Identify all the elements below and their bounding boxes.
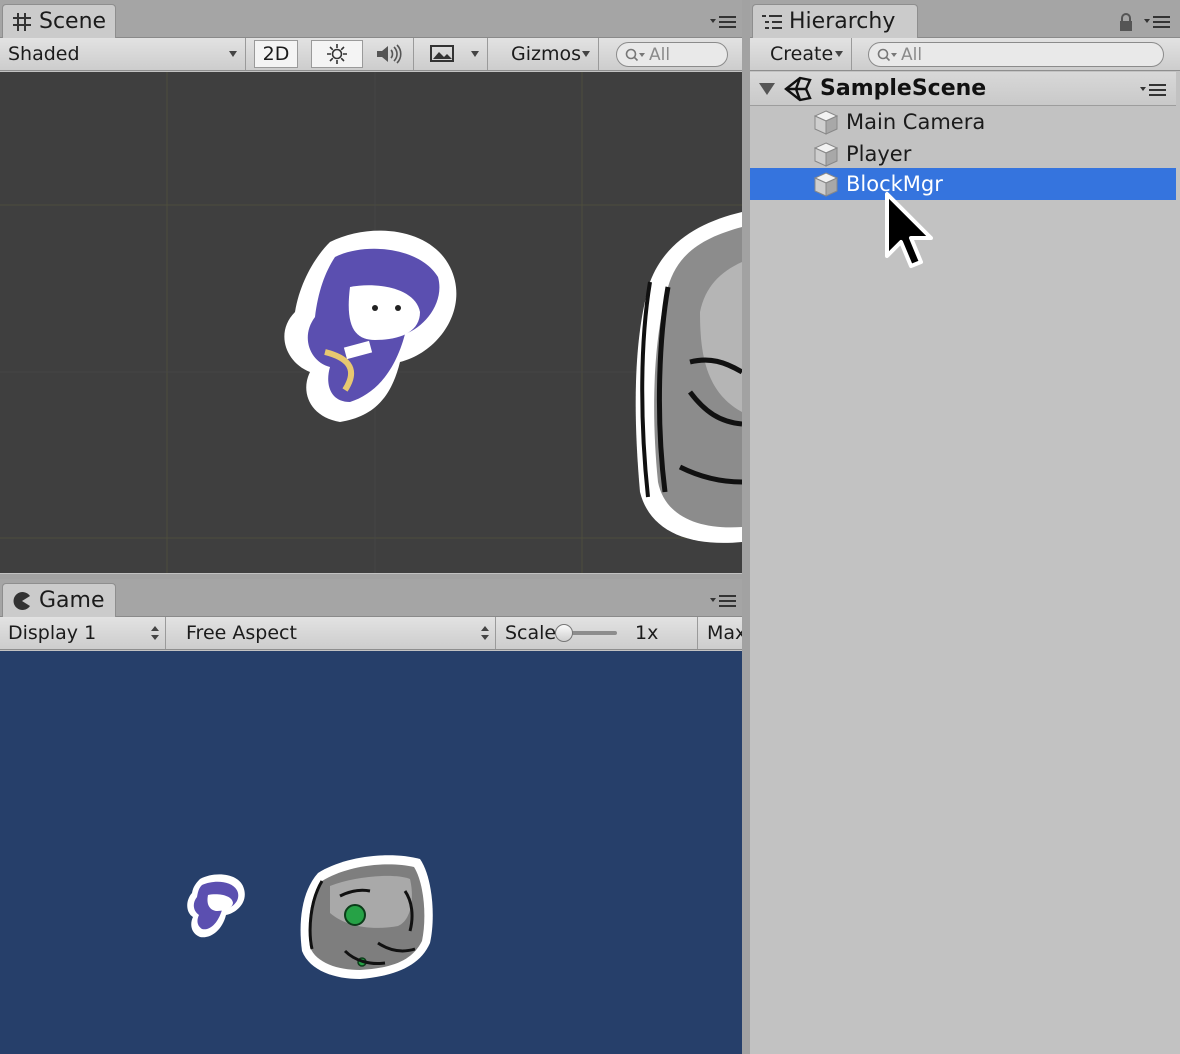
gameobject-cube-icon bbox=[813, 142, 839, 167]
audio-toggle-button[interactable] bbox=[364, 38, 414, 70]
scale-slider-thumb[interactable] bbox=[555, 624, 573, 642]
gameobject-cube-icon bbox=[813, 110, 839, 135]
block-sprite[interactable] bbox=[635, 212, 742, 543]
hierarchy-tabstrip: Hierarchy bbox=[750, 0, 1180, 38]
hierarchy-panel: Hierarchy Create All SampleScene Main Ca… bbox=[750, 0, 1180, 1054]
game-viewport[interactable] bbox=[0, 651, 742, 1054]
updown-arrow-icon bbox=[481, 626, 489, 640]
effects-toggle-button[interactable] bbox=[422, 38, 488, 70]
tab-scene-label: Scene bbox=[39, 9, 107, 34]
speaker-icon bbox=[376, 44, 402, 64]
player-sprite[interactable] bbox=[284, 230, 457, 422]
shading-mode-label: Shaded bbox=[8, 43, 80, 65]
hierarchy-item-label: Player bbox=[846, 142, 912, 166]
tab-scene[interactable]: Scene bbox=[2, 4, 116, 38]
unity-logo-icon bbox=[784, 76, 812, 101]
game-toolbar: Display 1 Free Aspect Scale 1x Max bbox=[0, 617, 742, 650]
hierarchy-tree: SampleScene Main Camera Player BlockMgr bbox=[750, 72, 1180, 1054]
grid-hash-icon bbox=[11, 11, 33, 33]
toggle-2d-label: 2D bbox=[262, 43, 290, 65]
panel-menu-icon[interactable] bbox=[1142, 12, 1172, 32]
hierarchy-item-label: Main Camera bbox=[846, 110, 986, 134]
scene-search-placeholder: All bbox=[649, 44, 671, 65]
sun-icon bbox=[327, 44, 347, 64]
chevron-down-icon bbox=[229, 51, 237, 57]
game-canvas bbox=[187, 855, 433, 979]
hierarchy-item-player[interactable]: Player bbox=[750, 138, 1176, 170]
maximize-label: Max bbox=[707, 622, 742, 644]
hierarchy-item-blockmgr[interactable]: BlockMgr bbox=[750, 168, 1176, 200]
create-dropdown[interactable]: Create bbox=[762, 38, 852, 70]
scene-panel: Scene Shaded 2D Gizmos All bbox=[0, 0, 742, 574]
scale-value: 1x bbox=[635, 622, 659, 644]
chevron-down-icon bbox=[835, 51, 843, 57]
lock-icon[interactable] bbox=[1118, 12, 1134, 32]
toggle-2d-button[interactable]: 2D bbox=[254, 40, 298, 68]
aspect-label: Free Aspect bbox=[186, 622, 297, 644]
search-icon bbox=[625, 48, 645, 61]
gizmos-label: Gizmos bbox=[511, 43, 582, 65]
gameobject-cube-icon bbox=[813, 172, 839, 197]
scene-toolbar: Shaded 2D Gizmos All bbox=[0, 38, 742, 71]
mouse-cursor-icon bbox=[885, 192, 933, 268]
display-dropdown[interactable]: Display 1 bbox=[0, 617, 166, 649]
tab-hierarchy[interactable]: Hierarchy bbox=[752, 4, 918, 38]
tab-game-label: Game bbox=[39, 588, 105, 613]
search-icon bbox=[877, 48, 897, 61]
updown-arrow-icon bbox=[151, 626, 159, 640]
chevron-down-icon bbox=[582, 51, 590, 57]
display-label: Display 1 bbox=[8, 622, 97, 644]
scene-name: SampleScene bbox=[820, 76, 987, 101]
aspect-dropdown[interactable]: Free Aspect bbox=[172, 617, 496, 649]
scene-search-input[interactable]: All bbox=[616, 42, 728, 67]
scene-tabstrip: Scene bbox=[0, 0, 742, 38]
scene-viewport[interactable] bbox=[0, 72, 742, 573]
hierarchy-search-input[interactable]: All bbox=[868, 42, 1164, 67]
game-tabstrip: Game bbox=[0, 579, 742, 617]
scene-root-row[interactable]: SampleScene bbox=[750, 72, 1176, 106]
lighting-toggle-button[interactable] bbox=[311, 40, 363, 68]
panel-menu-icon[interactable] bbox=[708, 591, 738, 611]
scene-canvas bbox=[0, 72, 742, 573]
panel-menu-icon[interactable] bbox=[708, 12, 738, 32]
hierarchy-item-main-camera[interactable]: Main Camera bbox=[750, 106, 1176, 138]
shading-mode-dropdown[interactable]: Shaded bbox=[0, 38, 246, 70]
image-effects-icon bbox=[430, 45, 454, 62]
list-icon bbox=[761, 11, 783, 33]
vertical-splitter[interactable] bbox=[742, 0, 750, 1054]
scene-menu-icon[interactable] bbox=[1138, 80, 1168, 100]
player-sprite-small bbox=[187, 874, 245, 938]
tab-hierarchy-label: Hierarchy bbox=[789, 9, 896, 34]
hierarchy-search-placeholder: All bbox=[901, 44, 923, 65]
chevron-down-icon bbox=[471, 51, 479, 57]
maximize-on-play-button[interactable]: Max bbox=[699, 617, 742, 649]
scale-control: Scale 1x bbox=[497, 617, 698, 649]
gizmos-dropdown[interactable]: Gizmos bbox=[503, 38, 599, 70]
tab-game[interactable]: Game bbox=[2, 583, 116, 617]
expand-triangle-icon[interactable] bbox=[758, 82, 776, 96]
block-sprite-small bbox=[300, 855, 433, 979]
scale-label: Scale bbox=[505, 622, 557, 644]
game-panel: Game Display 1 Free Aspect Scale 1x Max bbox=[0, 579, 742, 1054]
create-label: Create bbox=[770, 43, 834, 65]
pacman-game-icon bbox=[11, 590, 33, 612]
hierarchy-toolbar: Create All bbox=[750, 38, 1180, 71]
scale-slider[interactable] bbox=[555, 624, 617, 642]
